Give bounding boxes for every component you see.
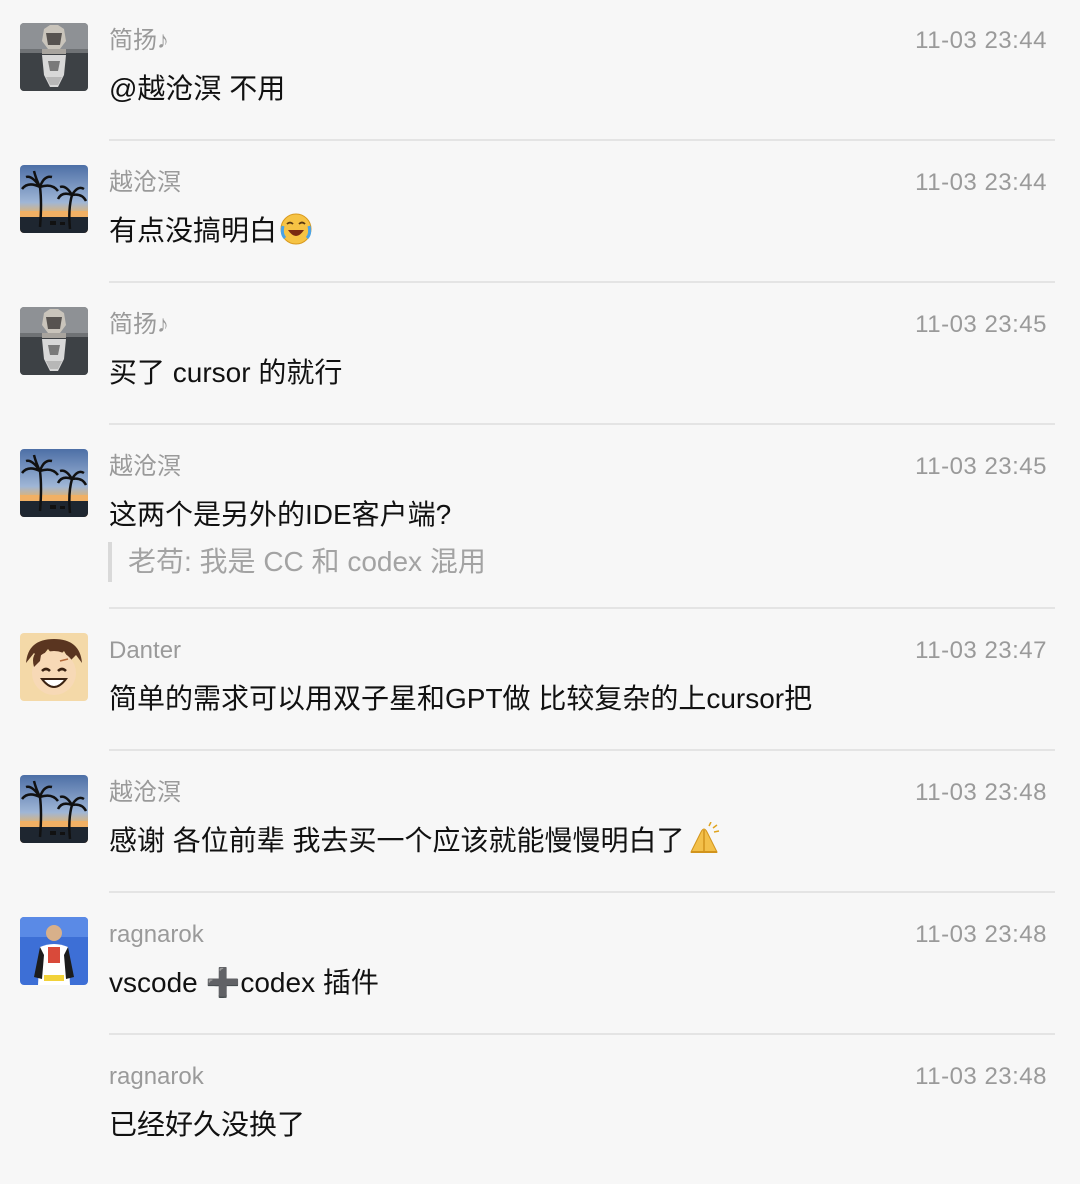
message-text: 感谢 各位前辈 我去买一个应该就能慢慢明白了 <box>109 825 685 856</box>
avatar-palm-sunset[interactable] <box>20 449 88 517</box>
sender-name[interactable]: 越沧溟 <box>109 168 181 198</box>
message-text: @越沧溟 不用 <box>109 73 286 104</box>
quoted-reply[interactable]: 老苟: 我是 CC 和 codex 混用 <box>108 542 486 582</box>
message-timestamp: 11-03 23:45 <box>915 453 1047 480</box>
anime-boy-avatar-icon <box>20 633 88 701</box>
avatar-man-on-stage[interactable] <box>20 917 88 985</box>
message-text: 已经好久没换了 <box>109 1109 306 1140</box>
message-timestamp: 11-03 23:47 <box>915 637 1047 664</box>
laughing-crying-emoji-icon <box>279 212 313 246</box>
sender-name[interactable]: 越沧溟 <box>109 452 181 482</box>
message-divider <box>109 1033 1055 1035</box>
message-text-row: 有点没搞明白 <box>109 212 313 250</box>
message-timestamp: 11-03 23:48 <box>915 1063 1047 1090</box>
avatar-tiger-reflection[interactable] <box>20 307 88 375</box>
message-text: 这两个是另外的IDE客户端? <box>109 499 452 530</box>
sender-name[interactable]: Danter <box>109 636 181 666</box>
message-text-row: 感谢 各位前辈 我去买一个应该就能慢慢明白了 <box>109 822 721 860</box>
message-text: 有点没搞明白 <box>109 215 278 246</box>
avatar-tiger-reflection[interactable] <box>20 23 88 91</box>
sender-name[interactable]: 越沧溟 <box>109 778 181 808</box>
avatar-palm-sunset[interactable] <box>20 165 88 233</box>
message-divider <box>109 423 1055 425</box>
sender-name[interactable]: ragnarok <box>109 920 204 950</box>
palm-sunset-avatar-icon <box>20 449 88 517</box>
chat-message-list[interactable]: 简扬♪ 11-03 23:44 @越沧溟 不用 越沧溟 11-03 23:44 … <box>0 0 1080 1184</box>
sender-name[interactable]: 简扬♪ <box>109 26 169 56</box>
palm-sunset-avatar-icon <box>20 775 88 843</box>
message-divider <box>109 891 1055 893</box>
message-divider <box>109 281 1055 283</box>
sender-name[interactable]: ragnarok <box>109 1062 204 1092</box>
palm-sunset-avatar-icon <box>20 165 88 233</box>
message-text: 买了 cursor 的就行 <box>109 357 343 388</box>
message-timestamp: 11-03 23:44 <box>915 27 1047 54</box>
message-text: vscode ➕codex 插件 <box>109 967 379 998</box>
message-timestamp: 11-03 23:45 <box>915 311 1047 338</box>
sender-name[interactable]: 简扬♪ <box>109 310 169 340</box>
message-divider <box>109 139 1055 141</box>
praying-hands-emoji-icon <box>687 822 721 856</box>
message-divider <box>109 749 1055 751</box>
tiger-reflection-avatar-icon <box>20 307 88 375</box>
message-text: 简单的需求可以用双子星和GPT做 比较复杂的上cursor把 <box>109 683 813 714</box>
message-divider <box>109 607 1055 609</box>
message-timestamp: 11-03 23:48 <box>915 779 1047 806</box>
man-on-stage-avatar-icon <box>20 917 88 985</box>
message-timestamp: 11-03 23:44 <box>915 169 1047 196</box>
tiger-reflection-avatar-icon <box>20 23 88 91</box>
message-timestamp: 11-03 23:48 <box>915 921 1047 948</box>
avatar-anime-boy[interactable] <box>20 633 88 701</box>
avatar-palm-sunset[interactable] <box>20 775 88 843</box>
